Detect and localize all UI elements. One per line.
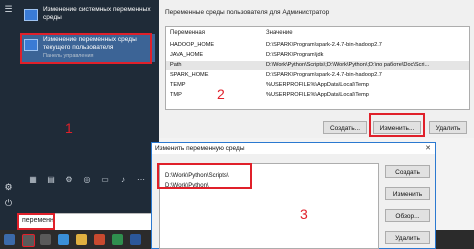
web-icon[interactable]: ◎ [82,175,92,185]
task-view-icon[interactable] [40,234,51,245]
search-icon[interactable] [22,234,35,247]
edit-dialog-title-bar: Изменить переменную среды ✕ [152,143,435,154]
edit-dialog-title: Изменить переменную среды [155,145,245,152]
power-icon[interactable]: ⏻ [3,198,14,209]
env-variables-table: Переменная Значение HADOOP_HOME D:\SPARK\… [165,26,470,110]
delete-button[interactable]: Удалить [385,231,430,244]
filter-icons-row: ▦ ▤ ⚙ ◎ ▭ ♪ ⋯ [22,175,154,189]
start-icon[interactable] [4,234,15,245]
apps-icon[interactable]: ▦ [28,175,38,185]
env-dialog-title: Переменные среды пользователя для Админи… [165,9,330,16]
browser-icon[interactable] [58,234,69,245]
browse-button[interactable]: Обзор... [385,209,430,222]
hamburger-icon[interactable]: ☰ [3,4,14,15]
table-row[interactable]: JAVA_HOME D:\SPARK\Program\jdk [166,51,469,60]
gear-icon[interactable]: ⚙ [3,182,14,193]
close-icon[interactable]: ✕ [425,143,431,154]
delete-button[interactable]: Удалить [429,121,467,134]
table-row[interactable]: SPARK_HOME D:\SPARK\Program\spark-2.4.7-b… [166,71,469,80]
word-icon[interactable] [130,234,141,245]
highlight-box-3 [157,163,252,189]
edit-variable-dialog: Изменить переменную среды ✕ D:\Work\Pyth… [151,142,436,249]
table-row-selected[interactable]: Path D:\Work\Python\Scripts\;D:\Work\Pyth… [166,61,469,70]
explorer-icon[interactable] [76,234,87,245]
column-header-value: Значение [266,30,293,36]
annotation-label-2: 2 [217,86,225,102]
more-icon[interactable]: ⋯ [136,175,146,185]
edit-button[interactable]: Изменить [385,187,430,200]
create-button[interactable]: Создать [385,165,430,178]
start-rail: ☰ ⚙ ⏻ [0,0,17,249]
env-variables-dialog: Переменные среды пользователя для Админи… [159,0,474,138]
control-panel-icon [24,9,38,21]
settings-icon[interactable]: ⚙ [64,175,74,185]
highlight-box-search [17,213,55,230]
result-system-env[interactable]: Изменение системных переменных среды [21,4,155,30]
music-icon[interactable]: ♪ [118,175,128,185]
annotation-label-3: 3 [300,206,308,222]
table-row[interactable]: TEMP %USERPROFILE%\AppData\Local\Temp [166,81,469,90]
table-row[interactable]: HADOOP_HOME D:\SPARK\Program\spark-2.4.7-… [166,41,469,50]
create-button[interactable]: Создать... [323,121,367,134]
table-row[interactable]: TMP %USERPROFILE%\AppData\Local\Temp [166,91,469,100]
column-header-name: Переменная [170,30,205,36]
annotation-label-1: 1 [65,120,73,136]
highlight-box-1 [20,33,152,64]
folder-icon[interactable]: ▭ [100,175,110,185]
highlight-box-2 [369,113,425,137]
app-icon[interactable] [112,234,123,245]
app-icon[interactable] [94,234,105,245]
document-icon[interactable]: ▤ [46,175,56,185]
